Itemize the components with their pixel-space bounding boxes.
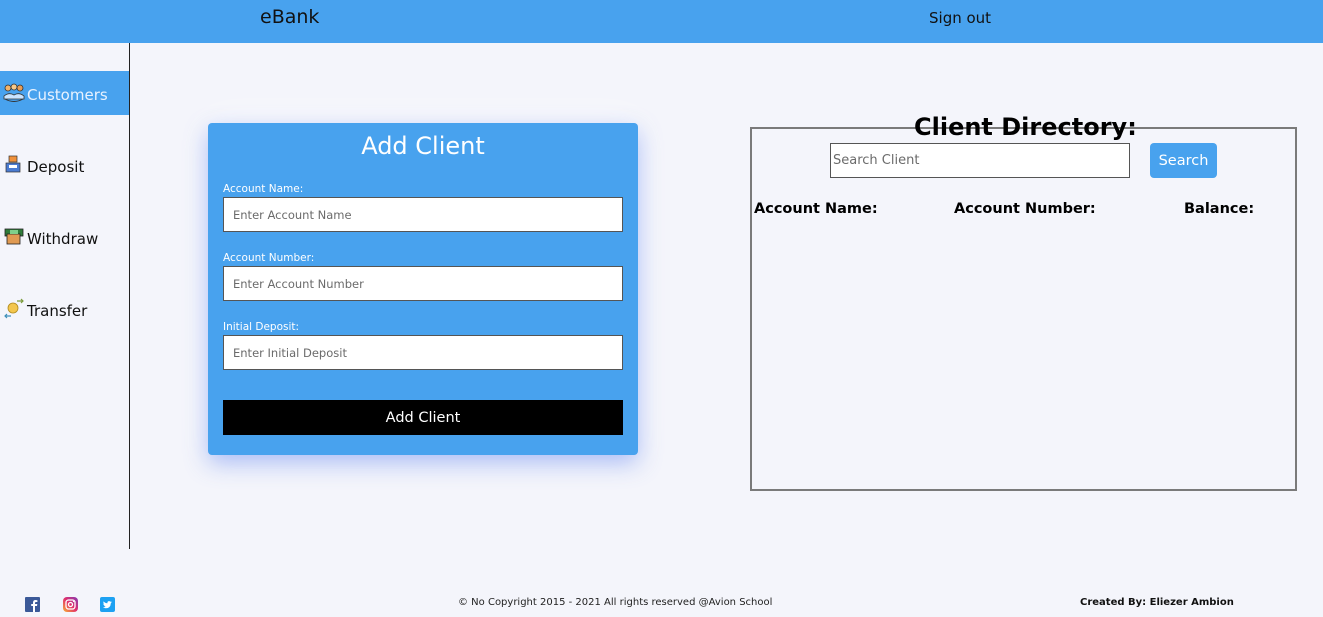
twitter-icon[interactable] [100,597,115,612]
sidebar-item-deposit[interactable]: Deposit [0,143,129,187]
add-client-button[interactable]: Add Client [223,400,623,435]
client-directory-panel [750,127,1297,491]
sidebar-item-withdraw[interactable]: Withdraw [0,215,129,259]
brand-logo: eBank [260,6,320,28]
deposit-icon [3,154,25,176]
search-client-input[interactable] [830,143,1130,178]
sidebar-item-customers[interactable]: Customers [0,71,129,115]
client-directory-title: Client Directory: [914,113,1137,141]
initial-deposit-label: Initial Deposit: [223,321,300,333]
account-name-label: Account Name: [223,183,304,195]
top-navbar: eBank Sign out [0,0,1323,43]
column-header-balance: Balance: [1184,201,1255,217]
withdraw-icon [3,226,25,248]
sidebar-item-label: Withdraw [27,230,99,248]
account-name-input[interactable] [223,197,623,232]
search-button[interactable]: Search [1150,143,1217,178]
sidebar-item-label: Customers [27,86,108,104]
column-header-account-name: Account Name: [754,201,878,217]
sign-out-link[interactable]: Sign out [929,9,991,27]
instagram-icon[interactable] [63,597,78,612]
account-number-label: Account Number: [223,252,315,264]
transfer-icon [3,298,25,320]
account-number-input[interactable] [223,266,623,301]
customers-icon [3,82,25,104]
add-client-title: Add Client [361,132,485,160]
sidebar-item-transfer[interactable]: Transfer [0,287,129,331]
facebook-icon[interactable] [25,597,40,612]
initial-deposit-input[interactable] [223,335,623,370]
sidebar-item-label: Transfer [27,302,88,320]
sidebar: Customers Deposit Withdraw Transfer [0,43,130,549]
copyright-text: © No Copyright 2015 - 2021 All rights re… [458,597,773,608]
column-header-account-number: Account Number: [954,201,1096,217]
sidebar-item-label: Deposit [27,158,85,176]
created-by-text: Created By: Eliezer Ambion [1080,597,1234,608]
add-client-form: Add Client Account Name: Account Number:… [208,123,638,455]
